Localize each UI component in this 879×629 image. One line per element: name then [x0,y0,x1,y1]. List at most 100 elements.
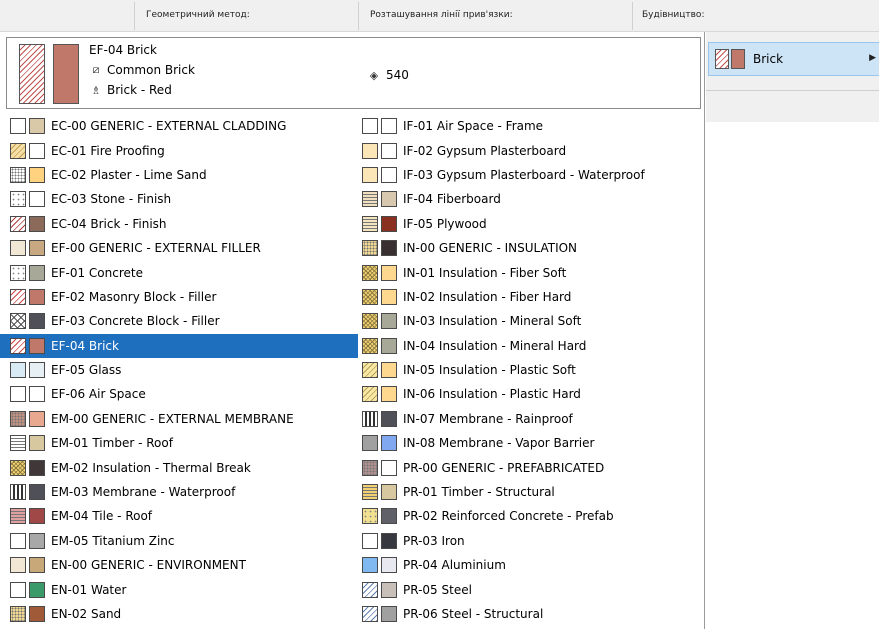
list-item-label: EC-03 Stone - Finish [51,192,172,207]
hatch-swatch-icon [362,191,378,208]
hatch-swatch-icon [362,410,378,427]
list-item[interactable]: IN-04 Insulation - Mineral Hard [352,334,704,358]
list-item[interactable]: EN-01 Water [0,577,358,601]
list-item[interactable]: EF-02 Masonry Block - Filler [0,285,358,309]
list-item-label: EC-02 Plaster - Lime Sand [51,167,207,182]
list-item-label: EF-03 Concrete Block - Filler [51,314,220,329]
material-list-left: EC-00 GENERIC - EXTERNAL CLADDING EC-01 F… [0,114,358,626]
list-item[interactable]: IN-05 Insulation - Plastic Soft [352,358,704,382]
list-item-label: EM-04 Tile - Roof [51,509,153,524]
fill-preview [53,44,79,104]
list-item[interactable]: EM-01 Timber - Roof [0,431,358,455]
list-item-label: IF-05 Plywood [403,216,487,231]
list-item[interactable]: IF-03 Gypsum Plasterboard - Waterproof [352,163,704,187]
hatch-swatch-icon [362,118,378,135]
list-item[interactable]: EN-00 GENERIC - ENVIRONMENT [0,553,358,577]
fill-swatch-icon [381,313,397,330]
list-item-label: EF-00 GENERIC - EXTERNAL FILLER [51,241,261,256]
fill-swatch-icon [381,386,397,403]
fill-swatch-icon [29,215,45,232]
list-item-label: IF-02 Gypsum Plasterboard [403,143,567,158]
list-item[interactable]: EC-03 Stone - Finish [0,187,358,211]
fill-swatch-icon [381,118,397,135]
surface-name: Brick - Red [107,83,172,97]
list-item-label: IN-08 Membrane - Vapor Barrier [403,436,595,451]
list-item[interactable]: IN-03 Insulation - Mineral Soft [352,309,704,333]
list-item[interactable]: EM-03 Membrane - Waterproof [0,480,358,504]
list-item-label: IN-02 Insulation - Fiber Hard [403,289,572,304]
list-item[interactable]: PR-00 GENERIC - PREFABRICATED [352,455,704,479]
list-item[interactable]: PR-03 Iron [352,529,704,553]
fill-swatch-icon [29,191,45,208]
selected-material-info: EF-04 Brick ⧄ Common Brick ♗ Brick - Red… [6,37,701,109]
hatch-swatch-icon [362,557,378,574]
list-item[interactable]: EF-00 GENERIC - EXTERNAL FILLER [0,236,358,260]
hatch-swatch-icon [10,484,26,501]
hatch-swatch-icon [10,118,26,135]
list-item[interactable]: PR-01 Timber - Structural [352,480,704,504]
list-item[interactable]: EF-06 Air Space [0,382,358,406]
list-item[interactable]: IN-02 Insulation - Fiber Hard [352,285,704,309]
hatch-swatch-icon [10,288,26,305]
building-material-popup: EF-04 Brick ⧄ Common Brick ♗ Brick - Red… [0,32,705,629]
list-item-label: EN-02 Sand [51,607,122,621]
list-item[interactable]: IF-05 Plywood [352,212,704,236]
list-item[interactable]: EM-02 Insulation - Thermal Break [0,455,358,479]
list-item[interactable]: IN-07 Membrane - Rainproof [352,407,704,431]
hatch-swatch-icon [362,142,378,159]
surface-line: ♗ Brick - Red [89,83,172,97]
hatch-swatch-icon [10,240,26,257]
list-item-label: EM-01 Timber - Roof [51,436,173,451]
list-item[interactable]: EF-01 Concrete [0,260,358,284]
list-item[interactable]: EF-03 Concrete Block - Filler [0,309,358,333]
hatch-swatch-icon [10,337,26,354]
construction-panel: Brick ▶ [706,32,879,122]
fill-swatch-icon [381,532,397,549]
list-item[interactable]: IF-04 Fiberboard [352,187,704,211]
list-item-label: EM-03 Membrane - Waterproof [51,485,236,500]
list-item[interactable]: EM-05 Titanium Zinc [0,529,358,553]
hatch-swatch-icon [362,288,378,305]
list-item[interactable]: IN-00 GENERIC - INSULATION [352,236,704,260]
list-item[interactable]: PR-04 Aluminium [352,553,704,577]
fill-swatch-icon [29,362,45,379]
list-item[interactable]: IF-02 Gypsum Plasterboard [352,138,704,162]
construction-brick-button[interactable]: Brick ▶ [708,42,879,76]
list-item[interactable]: IN-06 Insulation - Plastic Hard [352,382,704,406]
list-item-label: IN-05 Insulation - Plastic Soft [403,363,576,378]
hatch-swatch-icon [10,508,26,525]
list-item[interactable]: EC-01 Fire Proofing [0,138,358,162]
list-item[interactable]: EF-04 Brick [0,333,358,358]
fill-swatch-icon [381,410,397,427]
list-item[interactable]: EC-00 GENERIC - EXTERNAL CLADDING [0,114,358,138]
list-item[interactable]: EM-04 Tile - Roof [0,504,358,528]
hatch-swatch-icon [10,362,26,379]
list-item[interactable]: EM-00 GENERIC - EXTERNAL MEMBRANE [0,407,358,431]
list-item-label: EF-04 Brick [51,338,119,353]
fill-swatch-icon [29,435,45,452]
list-item-label: EC-00 GENERIC - EXTERNAL CLADDING [51,119,287,134]
fill-swatch-icon [29,240,45,257]
list-item[interactable]: IF-01 Air Space - Frame [352,114,704,138]
list-item[interactable]: IN-08 Membrane - Vapor Barrier [352,431,704,455]
list-item[interactable]: PR-05 Steel [352,577,704,601]
list-item[interactable]: EC-02 Plaster - Lime Sand [0,163,358,187]
list-item[interactable]: PR-06 Steel - Structural [352,602,704,626]
list-item[interactable]: IN-01 Insulation - Fiber Soft [352,260,704,284]
list-item-label: IN-00 GENERIC - INSULATION [403,241,578,256]
list-item-label: EM-00 GENERIC - EXTERNAL MEMBRANE [51,411,294,426]
list-item[interactable]: EC-04 Brick - Finish [0,212,358,236]
list-item-label: PR-01 Timber - Structural [403,485,555,500]
fill-swatch-icon [381,557,397,574]
fill-icon: ⧄ [92,63,100,76]
priority-value: 540 [386,68,409,82]
list-item[interactable]: PR-02 Reinforced Concrete - Prefab [352,504,704,528]
header-reference-line: Розташування лінії прив'язки: [370,10,513,20]
hatch-swatch-icon [362,362,378,379]
priority-line: ◈ 540 [367,68,409,82]
list-item[interactable]: EN-02 Sand [0,602,358,626]
fill-swatch-icon [29,264,45,281]
list-item[interactable]: EF-05 Glass [0,358,358,382]
list-item-label: PR-05 Steel [403,582,472,597]
list-item-label: EC-04 Brick - Finish [51,216,167,231]
